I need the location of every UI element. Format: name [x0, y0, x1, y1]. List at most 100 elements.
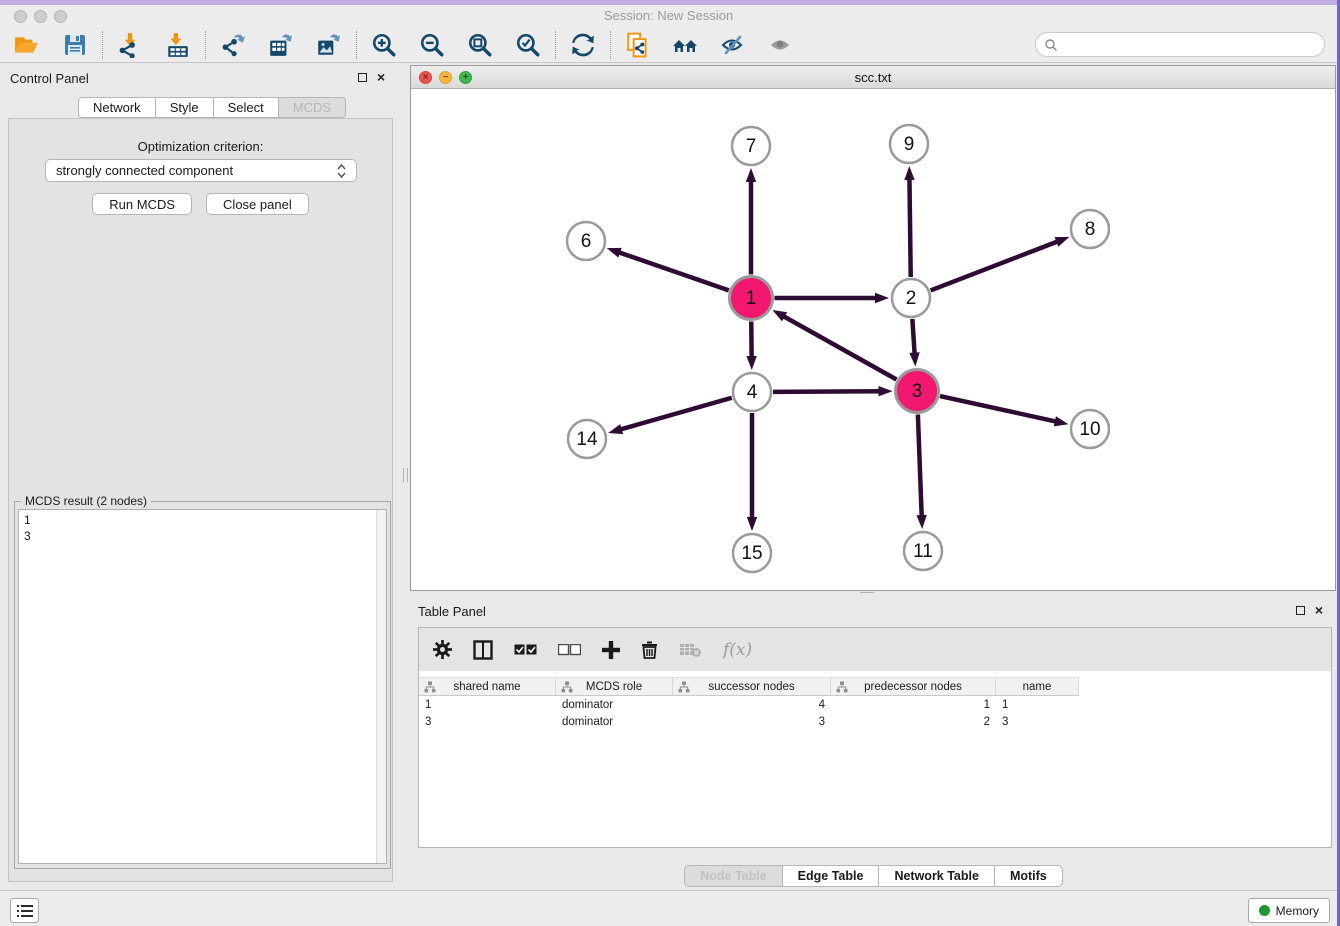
function-builder-button-disabled: f(x): [723, 640, 752, 660]
cell-mcds-role[interactable]: dominator: [556, 716, 673, 728]
zoom-out-icon: [419, 32, 445, 58]
zoom-fit-button[interactable]: [466, 31, 494, 59]
deselect-all-button[interactable]: [558, 644, 581, 656]
export-table-icon: [268, 32, 294, 58]
zoom-in-icon: [371, 32, 397, 58]
refresh-icon: [570, 32, 596, 58]
graph-edge-arrowhead: [746, 168, 756, 182]
new-network-from-selection-button[interactable]: [624, 31, 652, 59]
graph-edge-4-3[interactable]: [773, 391, 882, 392]
graph-edge-3-11[interactable]: [918, 414, 922, 518]
graph-edge-1-6[interactable]: [617, 252, 729, 291]
tab-network-table[interactable]: Network Table: [879, 865, 995, 887]
cell-predecessor-nodes[interactable]: 2: [831, 716, 996, 728]
tab-motifs[interactable]: Motifs: [995, 865, 1063, 887]
tab-style[interactable]: Style: [156, 97, 214, 118]
network-view-window: × − + scc.txt 1234678910111415: [410, 65, 1336, 591]
graph-edge-2-8[interactable]: [931, 241, 1060, 291]
mcds-result-group: MCDS result (2 nodes) 1 3: [14, 501, 391, 869]
table-settings-button[interactable]: [433, 640, 452, 659]
mcds-result-text[interactable]: 1 3: [18, 509, 387, 864]
close-panel-button[interactable]: Close panel: [206, 193, 309, 215]
close-table-panel-icon[interactable]: ×: [1315, 605, 1323, 615]
cell-successor-nodes[interactable]: 3: [673, 716, 831, 728]
cell-shared-name[interactable]: 3: [419, 716, 556, 728]
column-header-successor-nodes[interactable]: successor nodes: [673, 677, 831, 696]
open-folder-icon: [14, 32, 40, 58]
cell-name[interactable]: 3: [996, 716, 1079, 728]
panel-splitter[interactable]: [402, 63, 410, 890]
graph-node-label: 1: [746, 288, 757, 309]
graph-node-label: 14: [576, 429, 598, 450]
network-window-title: scc.txt: [411, 70, 1335, 85]
splitter-grip[interactable]: [403, 468, 408, 482]
column-header-mcds-role[interactable]: MCDS role: [556, 677, 673, 696]
zoom-fit-icon: [467, 32, 493, 58]
cell-mcds-role[interactable]: dominator: [556, 699, 673, 711]
graph-edge-arrowhead: [747, 517, 757, 531]
graph-edge-arrowhead: [772, 310, 787, 321]
show-all-button[interactable]: [768, 31, 796, 59]
float-panel-icon[interactable]: [358, 73, 367, 82]
tab-mcds[interactable]: MCDS: [279, 97, 346, 118]
column-header-name[interactable]: name: [996, 677, 1079, 696]
float-table-panel-icon[interactable]: [1296, 606, 1305, 615]
graph-edge-arrowhead: [746, 356, 756, 370]
table-row[interactable]: 3 dominator 3 2 3: [419, 713, 1331, 730]
delete-column-button[interactable]: [641, 640, 658, 659]
task-history-button[interactable]: [10, 898, 39, 923]
node-table-header: shared name MCDS role: [419, 677, 1331, 696]
graph-node-label: 11: [913, 541, 933, 562]
cell-name[interactable]: 1: [996, 699, 1079, 711]
graph-node-label: 10: [1079, 419, 1100, 440]
result-scrollbar[interactable]: [376, 510, 386, 863]
zoom-in-button[interactable]: [370, 31, 398, 59]
tab-node-table[interactable]: Node Table: [684, 865, 782, 887]
home-neighbors-icon: [672, 32, 700, 58]
cell-predecessor-nodes[interactable]: 1: [831, 699, 996, 711]
cell-shared-name[interactable]: 1: [419, 699, 556, 711]
close-panel-icon[interactable]: ×: [377, 72, 385, 82]
graph-edge-4-14[interactable]: [619, 398, 732, 430]
search-input[interactable]: [1058, 38, 1316, 52]
graph-edge-3-10[interactable]: [940, 396, 1058, 422]
zoom-selected-button[interactable]: [514, 31, 542, 59]
show-column-button[interactable]: [473, 640, 493, 660]
memory-button[interactable]: Memory: [1248, 898, 1330, 923]
graph-edge-arrowhead: [1054, 416, 1069, 426]
export-table-button[interactable]: [267, 31, 295, 59]
run-mcds-button[interactable]: Run MCDS: [92, 193, 192, 215]
column-header-predecessor-nodes[interactable]: predecessor nodes: [831, 677, 996, 696]
hide-selected-button[interactable]: [720, 31, 748, 59]
export-image-button[interactable]: [315, 31, 343, 59]
export-network-button[interactable]: [219, 31, 247, 59]
search-field[interactable]: [1035, 32, 1325, 57]
status-bar: Memory: [0, 890, 1337, 926]
column-label: name: [1023, 681, 1052, 693]
tab-select[interactable]: Select: [214, 97, 279, 118]
apply-layout-button[interactable]: [569, 31, 597, 59]
network-window-titlebar[interactable]: × − + scc.txt: [411, 66, 1335, 89]
session-title: Session: New Session: [0, 8, 1337, 23]
open-session-button[interactable]: [13, 31, 41, 59]
graph-edge-2-3[interactable]: [912, 319, 914, 356]
tab-network[interactable]: Network: [78, 97, 156, 118]
network-graph[interactable]: 1234678910111415: [411, 89, 1335, 590]
create-column-button[interactable]: [602, 641, 620, 659]
dropdown-stepper-icon: [337, 163, 346, 179]
tab-edge-table[interactable]: Edge Table: [783, 865, 880, 887]
import-network-button[interactable]: [116, 31, 144, 59]
save-session-button[interactable]: [61, 31, 89, 59]
graph-edge-2-9[interactable]: [909, 177, 910, 277]
criterion-dropdown[interactable]: strongly connected component: [45, 159, 357, 182]
column-header-shared-name[interactable]: shared name: [419, 677, 556, 696]
first-neighbors-button[interactable]: [672, 31, 700, 59]
graph-edge-arrowhead: [1055, 237, 1070, 247]
table-row[interactable]: 1 dominator 4 1 1: [419, 696, 1331, 713]
zoom-out-button[interactable]: [418, 31, 446, 59]
cell-successor-nodes[interactable]: 4: [673, 699, 831, 711]
graph-edge-3-1[interactable]: [782, 315, 897, 379]
memory-label: Memory: [1276, 904, 1319, 918]
select-all-button[interactable]: [514, 644, 537, 656]
import-table-button[interactable]: [164, 31, 192, 59]
